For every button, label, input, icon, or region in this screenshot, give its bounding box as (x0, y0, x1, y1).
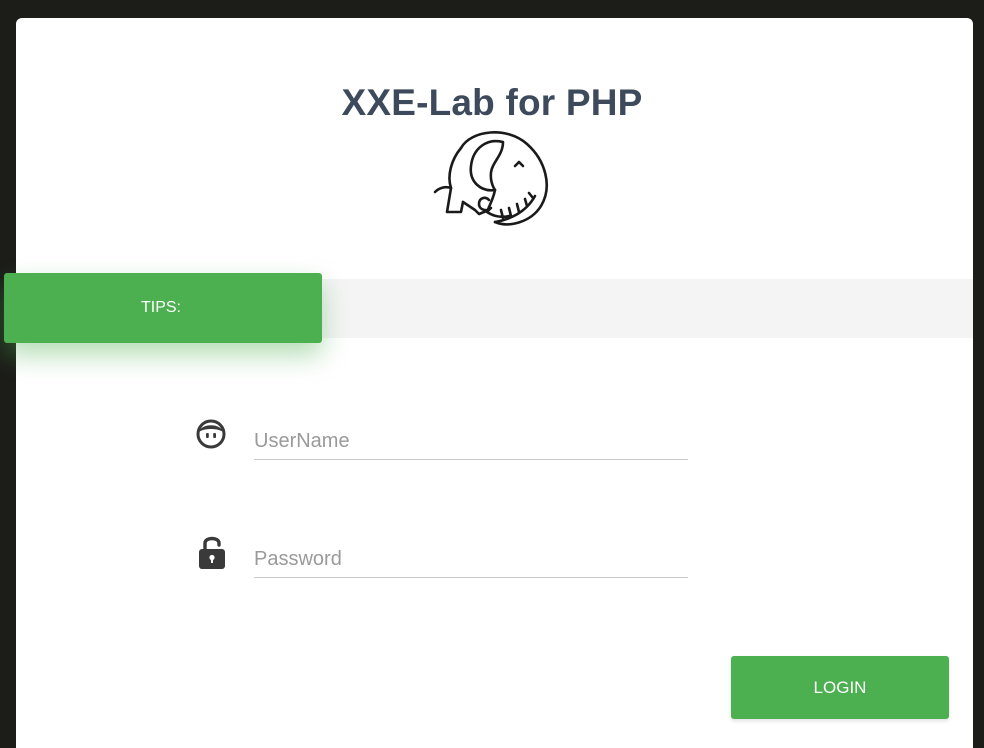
login-button[interactable]: LOGIN (731, 656, 949, 719)
php-elephant-icon (433, 131, 548, 226)
unlock-icon (199, 536, 225, 569)
username-field[interactable] (254, 423, 688, 460)
password-field[interactable] (254, 541, 688, 578)
password-input[interactable] (254, 541, 688, 577)
user-face-icon (196, 419, 226, 449)
username-input[interactable] (254, 423, 688, 459)
page-title: XXE-Lab for PHP (341, 82, 643, 123)
tips-label: TIPS: (4, 273, 322, 343)
